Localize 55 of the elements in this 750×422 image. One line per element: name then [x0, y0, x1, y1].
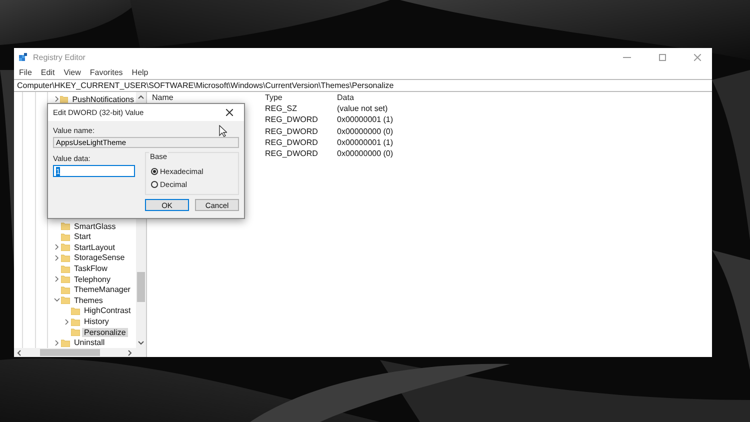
menu-item[interactable]: Help [132, 68, 148, 77]
scroll-left-icon[interactable] [17, 350, 21, 356]
table-cell-text: 0x00000001 (1) [336, 138, 394, 147]
column-header[interactable]: Data [336, 91, 712, 104]
window-title: Registry Editor [33, 52, 86, 62]
table-cell-text: 0x00000001 (1) [336, 115, 394, 124]
chevron-right-icon[interactable] [54, 96, 59, 102]
chevron-right-icon[interactable] [55, 254, 59, 261]
close-icon [694, 54, 700, 60]
address-bar[interactable]: Computer\HKEY_CURRENT_USER\SOFTWARE\Microsoft\Windows\CurrentVersion\Themes\Personalize [14, 79, 712, 92]
scroll-right-icon[interactable] [128, 350, 132, 356]
tree-item[interactable]: HighContrast [82, 306, 133, 316]
scroll-up-icon[interactable] [138, 95, 144, 99]
menu-item[interactable]: Favorites [90, 68, 123, 77]
chevron-right-icon[interactable] [55, 244, 59, 250]
table-cell-text: REG_DWORD [264, 126, 319, 136]
radio-icon[interactable] [151, 181, 158, 188]
scroll-down-icon[interactable] [138, 341, 144, 345]
registry-icon [19, 52, 28, 62]
tree-item[interactable]: PushNotifications [70, 94, 136, 104]
chevron-right-icon[interactable] [55, 276, 59, 282]
cursor-icon [219, 125, 227, 137]
tree-item[interactable]: ThemeManager [72, 285, 132, 294]
table-cell-text: REG_DWORD [264, 138, 319, 147]
minimize-icon [623, 56, 631, 58]
menu-item[interactable]: View [64, 68, 81, 77]
horizontal-scrollbar[interactable] [14, 348, 146, 357]
column-header[interactable]: Type [264, 91, 336, 104]
chevron-right-icon[interactable] [55, 340, 59, 346]
chevron-down-icon[interactable] [54, 298, 60, 302]
radio-icon[interactable] [151, 168, 158, 175]
menu-item[interactable]: File [19, 68, 32, 77]
column-header[interactable]: Name [151, 91, 264, 104]
tree-item[interactable]: Uninstall [72, 338, 107, 348]
close-icon [226, 109, 232, 116]
tree-item[interactable]: Telephony [72, 274, 112, 284]
table-cell-text: 0x00000000 (0) [336, 126, 394, 136]
tree-item[interactable]: StartLayout [72, 242, 117, 252]
tree-item[interactable]: Themes [72, 296, 105, 305]
table-cell-text: REG_DWORD [264, 149, 319, 158]
tree-item[interactable]: TaskFlow [72, 264, 110, 274]
tree-item[interactable]: StorageSense [72, 253, 127, 262]
tree-item[interactable]: Start [72, 232, 93, 242]
menu-item[interactable]: Edit [40, 68, 55, 77]
table-cell-text: REG_SZ [264, 104, 298, 114]
maximize-icon [658, 54, 666, 60]
scrollbar-thumb[interactable] [40, 349, 100, 356]
tree-item[interactable]: SmartGlass [72, 222, 118, 231]
chevron-right-icon[interactable] [65, 318, 69, 325]
tree-item[interactable]: Personalize [82, 328, 128, 337]
table-cell-text: REG_DWORD [264, 115, 319, 124]
table-cell-text: (value not set) [336, 104, 389, 114]
table-cell-text: 0x00000000 (0) [336, 149, 394, 158]
scrollbar-thumb[interactable] [137, 272, 145, 302]
tree-item[interactable]: History [82, 317, 111, 326]
